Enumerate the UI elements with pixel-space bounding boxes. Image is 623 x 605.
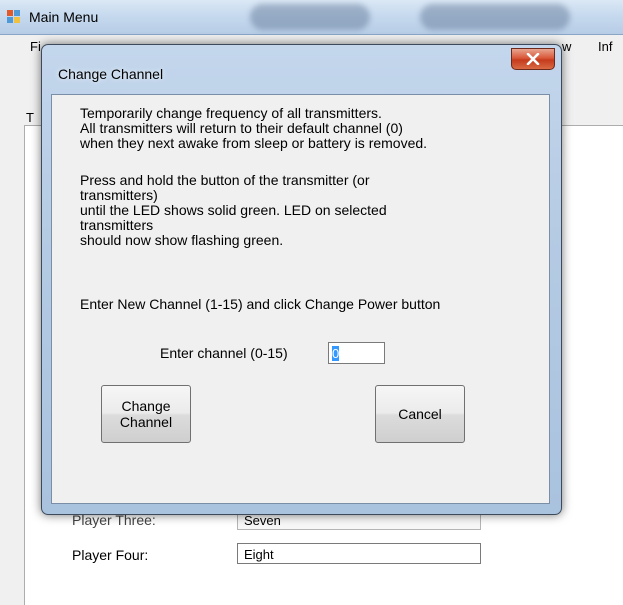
menu-item-view[interactable]: w <box>562 39 571 54</box>
channel-input[interactable] <box>328 342 385 364</box>
menu-item-file[interactable]: Fi <box>30 39 41 54</box>
close-icon <box>526 52 540 66</box>
main-window-title: Main Menu <box>29 9 99 25</box>
main-window-titlebar: Main Menu <box>0 0 623 35</box>
dialog-client-area: Temporarily change frequency of all tran… <box>51 94 550 504</box>
cancel-button[interactable]: Cancel <box>375 385 465 443</box>
channel-label: Enter channel (0-15) <box>160 345 288 361</box>
instruction-text: Enter New Channel (1-15) and click Chang… <box>80 296 441 312</box>
close-button[interactable] <box>511 48 555 70</box>
cancel-button-label: Cancel <box>398 406 442 422</box>
change-channel-button[interactable]: Change Channel <box>101 385 191 443</box>
dialog-title: Change Channel <box>58 66 164 82</box>
player-four-field[interactable]: Eight <box>237 543 481 564</box>
main-tab[interactable]: T <box>26 110 34 125</box>
menu-item-info[interactable]: Inf <box>598 39 612 54</box>
change-channel-button-label: Change Channel <box>119 398 173 430</box>
player-four-label: Player Four: <box>72 547 149 563</box>
app-window-icon <box>7 10 20 23</box>
titlebar-glass-streak <box>250 4 370 30</box>
info-paragraph-1: Temporarily change frequency of all tran… <box>80 105 428 151</box>
titlebar-glass-streak <box>420 4 570 30</box>
info-paragraph-2: Press and hold the button of the transmi… <box>80 172 387 248</box>
change-channel-dialog: Change Channel Temporarily change freque… <box>41 44 562 515</box>
